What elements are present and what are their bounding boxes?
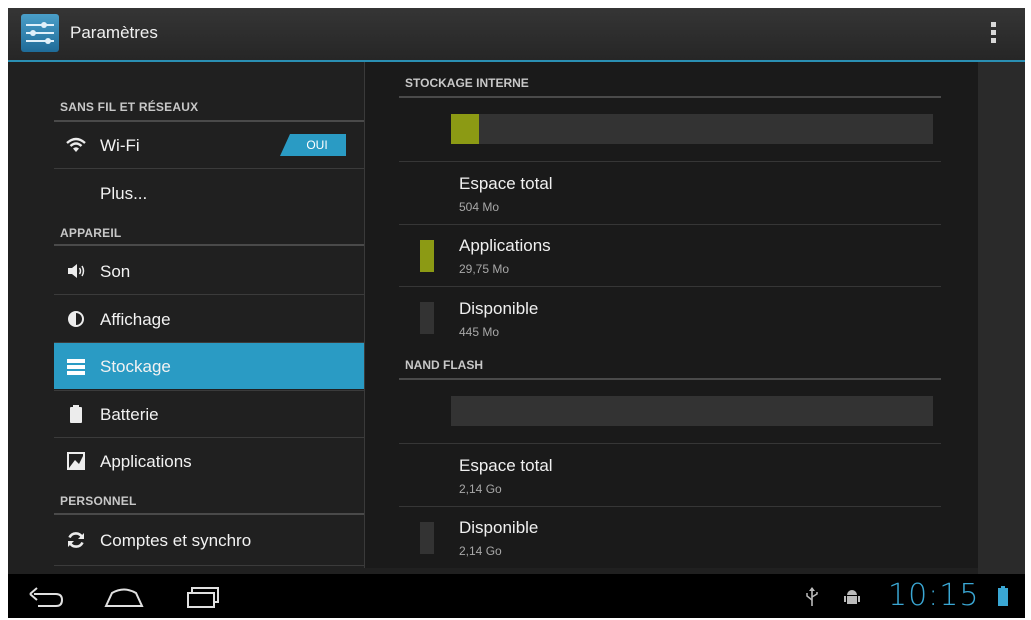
nand-available-color-swatch (420, 522, 434, 554)
nand-flash-header: NAND FLASH (405, 358, 483, 372)
settings-item-label: Stockage (100, 357, 171, 376)
storage-row-value: 445 Mo (459, 325, 500, 339)
settings-item-label: Son (100, 262, 131, 281)
content-area: SANS FIL ET RÉSEAUX Wi-Fi OUI Plus... AP… (8, 62, 1025, 574)
settings-item-accounts-sync[interactable]: Comptes et synchro (54, 517, 364, 563)
settings-item-label: Batterie (100, 405, 159, 424)
scroll-edge (978, 62, 1025, 574)
internal-storage-usage-bar (451, 114, 933, 144)
section-header-device: APPAREIL (60, 226, 122, 240)
wifi-toggle[interactable]: OUI (280, 134, 346, 156)
system-navigation-bar: 10:15 (8, 574, 1025, 618)
battery-icon (70, 405, 82, 423)
overflow-menu-icon[interactable] (991, 22, 997, 46)
settings-item-label: Applications (100, 452, 192, 471)
storage-row-title: Disponible (459, 518, 539, 537)
internal-storage-usage-fill (451, 114, 480, 144)
nand-usage-bar (451, 396, 933, 426)
list-divider (54, 294, 364, 295)
section-divider (54, 244, 364, 246)
speaker-icon (68, 264, 85, 278)
storage-row-value: 504 Mo (459, 200, 500, 214)
brightness-icon (68, 311, 84, 327)
storage-row-value: 2,14 Go (459, 482, 502, 496)
section-divider (54, 513, 364, 515)
settings-item-label: Comptes et synchro (100, 531, 252, 550)
internal-storage-header: STOCKAGE INTERNE (405, 76, 529, 90)
storage-panel: STOCKAGE INTERNE Espace total 504 Mo App… (364, 62, 980, 568)
section-header-personal: PERSONNEL (60, 494, 137, 508)
list-divider (399, 286, 941, 287)
settings-item-applications[interactable]: Applications (54, 438, 364, 484)
settings-item-label: Affichage (100, 310, 171, 329)
settings-item-storage[interactable]: Stockage (54, 343, 364, 389)
storage-row-title: Espace total (459, 174, 553, 193)
settings-item-battery[interactable]: Batterie (54, 391, 364, 437)
tablet-screen: Paramètres SANS FIL ET RÉSEAUX Wi-Fi OUI (8, 8, 1025, 618)
list-divider (399, 161, 941, 162)
page-title: Paramètres (70, 23, 158, 42)
usb-icon (806, 587, 818, 606)
back-icon[interactable] (24, 582, 68, 610)
storage-icon (67, 359, 85, 375)
section-divider (399, 96, 941, 98)
battery-status-icon (998, 586, 1008, 606)
section-header-wireless: SANS FIL ET RÉSEAUX (60, 100, 199, 114)
available-color-swatch (420, 302, 434, 334)
settings-item-label: Plus... (100, 184, 148, 203)
list-divider (54, 565, 364, 566)
storage-row-value: 29,75 Mo (459, 262, 510, 276)
android-debug-icon (844, 590, 860, 604)
storage-row-title: Disponible (459, 299, 539, 318)
settings-app-icon[interactable] (21, 14, 59, 52)
status-clock: 10:15 (888, 578, 980, 613)
settings-item-sound[interactable]: Son (54, 248, 364, 294)
recent-apps-icon[interactable] (178, 582, 222, 610)
settings-list: SANS FIL ET RÉSEAUX Wi-Fi OUI Plus... AP… (8, 62, 364, 574)
list-divider (54, 168, 364, 169)
settings-item-more[interactable]: Plus... (54, 170, 364, 216)
section-divider (399, 378, 941, 380)
home-icon[interactable] (102, 582, 146, 610)
wifi-icon (66, 137, 86, 152)
action-bar: Paramètres (8, 8, 1025, 62)
list-divider (399, 224, 941, 225)
sync-icon (68, 532, 84, 548)
applications-icon (67, 452, 85, 470)
list-divider (399, 506, 941, 507)
applications-color-swatch (420, 240, 434, 272)
storage-row-value: 2,14 Go (459, 544, 502, 558)
wifi-toggle-label: OUI (306, 138, 328, 152)
settings-item-display[interactable]: Affichage (54, 296, 364, 342)
list-divider (399, 443, 941, 444)
storage-row-title: Applications (459, 236, 551, 255)
settings-item-label: Wi-Fi (100, 136, 140, 155)
storage-row-title: Espace total (459, 456, 553, 475)
settings-item-wifi[interactable]: Wi-Fi OUI (54, 122, 364, 168)
